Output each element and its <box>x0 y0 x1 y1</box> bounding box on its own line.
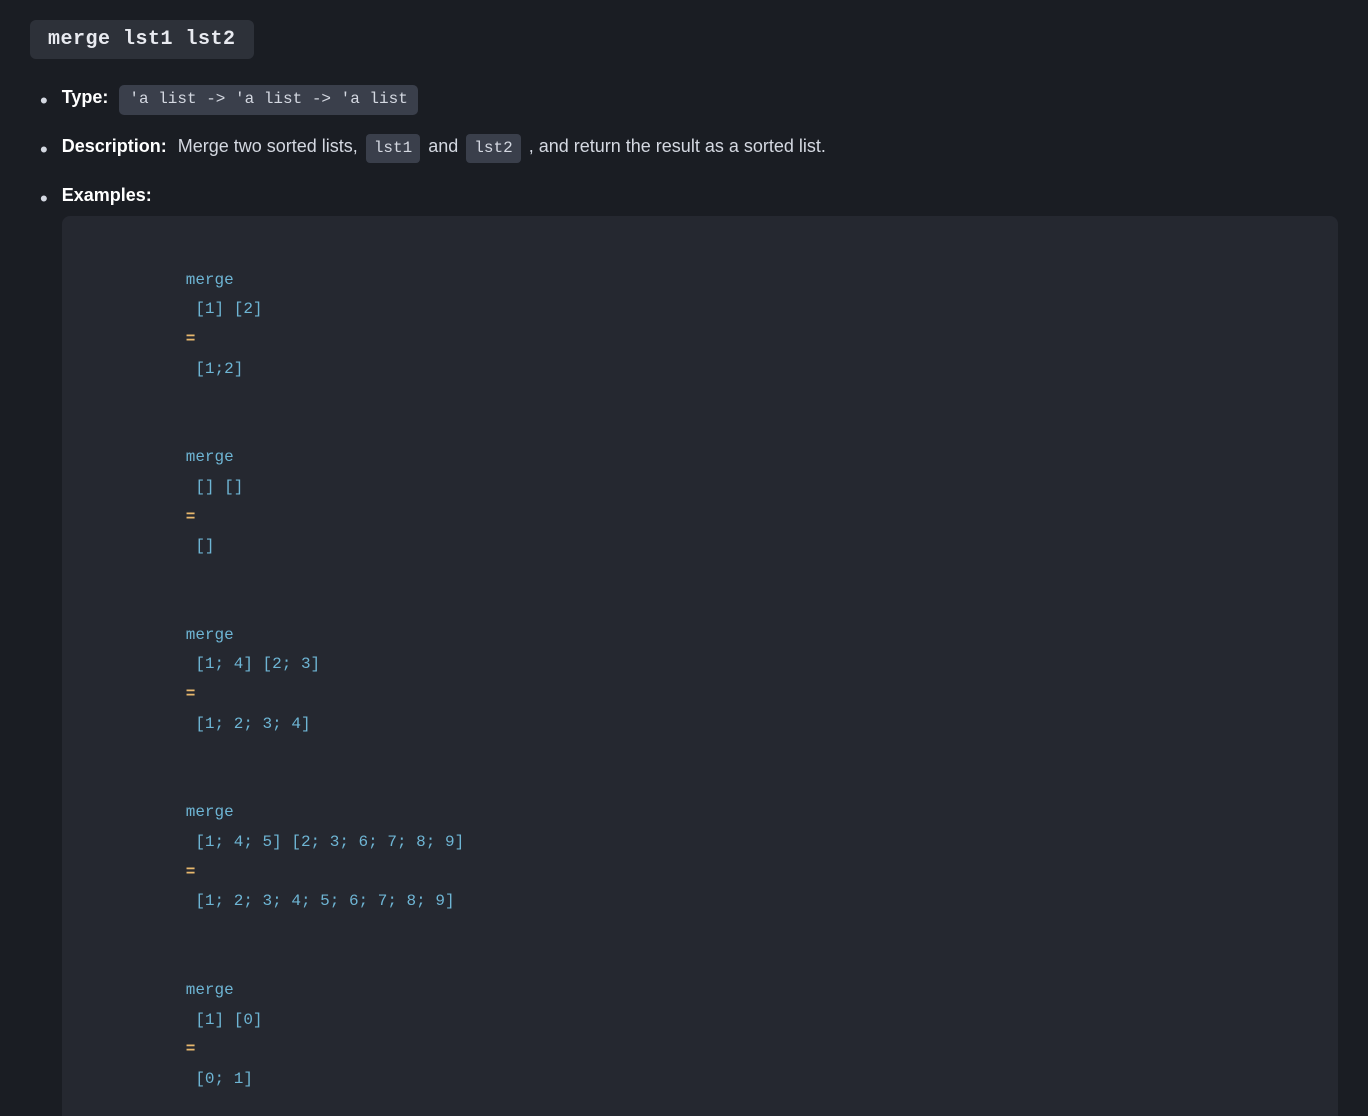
list-arg1-5: [1] [0] <box>186 1011 272 1029</box>
type-label: Type: <box>62 87 109 107</box>
result-1: [1;2] <box>186 360 244 378</box>
type-content: Type: 'a list -> 'a list -> 'a list <box>62 83 418 115</box>
example-line-2: merge [] [] = [] <box>90 414 1310 592</box>
eq-1: = <box>186 330 196 348</box>
bullet-dot-type: • <box>40 83 48 118</box>
examples-row: • Examples: merge [1] [2] = [1;2] merge … <box>40 181 1338 1116</box>
bullet-dot-desc: • <box>40 132 48 167</box>
result-5: [0; 1] <box>186 1070 253 1088</box>
merge-kw-2: merge <box>186 448 234 466</box>
examples-block: merge [1] [2] = [1;2] merge [] [] = [] m… <box>62 216 1338 1116</box>
desc-text-before: Merge two sorted lists, <box>178 136 358 156</box>
merge-kw-4: merge <box>186 803 234 821</box>
list-arg1-4: [1; 4; 5] [2; 3; 6; 7; 8; 9] <box>186 833 474 851</box>
type-row: • Type: 'a list -> 'a list -> 'a list <box>40 83 1338 118</box>
list-arg1-1: [1] [2] <box>186 300 272 318</box>
type-value: 'a list -> 'a list -> 'a list <box>119 85 417 115</box>
lst2-code: lst2 <box>466 134 520 162</box>
result-2: [] <box>186 537 215 555</box>
description-content: Description: Merge two sorted lists, lst… <box>62 132 1338 162</box>
merge-kw-3: merge <box>186 626 234 644</box>
examples-label-row: Examples: <box>62 181 1338 210</box>
eq-4: = <box>186 863 196 881</box>
content-list: • Type: 'a list -> 'a list -> 'a list • … <box>30 83 1338 1116</box>
merge-kw-1: merge <box>186 271 234 289</box>
merge-kw-5: merge <box>186 981 234 999</box>
result-3: [1; 2; 3; 4] <box>186 715 311 733</box>
example-line-5: merge [1] [0] = [0; 1] <box>90 946 1310 1116</box>
examples-label: Examples: <box>62 181 152 210</box>
description-row: • Description: Merge two sorted lists, l… <box>40 132 1338 167</box>
example-line-3: merge [1; 4] [2; 3] = [1; 2; 3; 4] <box>90 591 1310 769</box>
eq-5: = <box>186 1040 196 1058</box>
function-header: merge lst1 lst2 <box>30 20 1338 83</box>
desc-text-after: , and return the result as a sorted list… <box>529 136 826 156</box>
description-label: Description: <box>62 136 167 156</box>
desc-text-between: and <box>428 136 458 156</box>
example-line-4: merge [1; 4; 5] [2; 3; 6; 7; 8; 9] = [1;… <box>90 769 1310 947</box>
bullet-dot-examples: • <box>40 181 48 216</box>
result-4: [1; 2; 3; 4; 5; 6; 7; 8; 9] <box>186 892 455 910</box>
list-arg1-2: [] [] <box>186 478 253 496</box>
examples-container: Examples: merge [1] [2] = [1;2] merge []… <box>62 181 1338 1116</box>
lst1-code: lst1 <box>366 134 420 162</box>
eq-2: = <box>186 508 196 526</box>
list-arg1-3: [1; 4] [2; 3] <box>186 655 330 673</box>
eq-3: = <box>186 685 196 703</box>
example-line-1: merge [1] [2] = [1;2] <box>90 236 1310 414</box>
